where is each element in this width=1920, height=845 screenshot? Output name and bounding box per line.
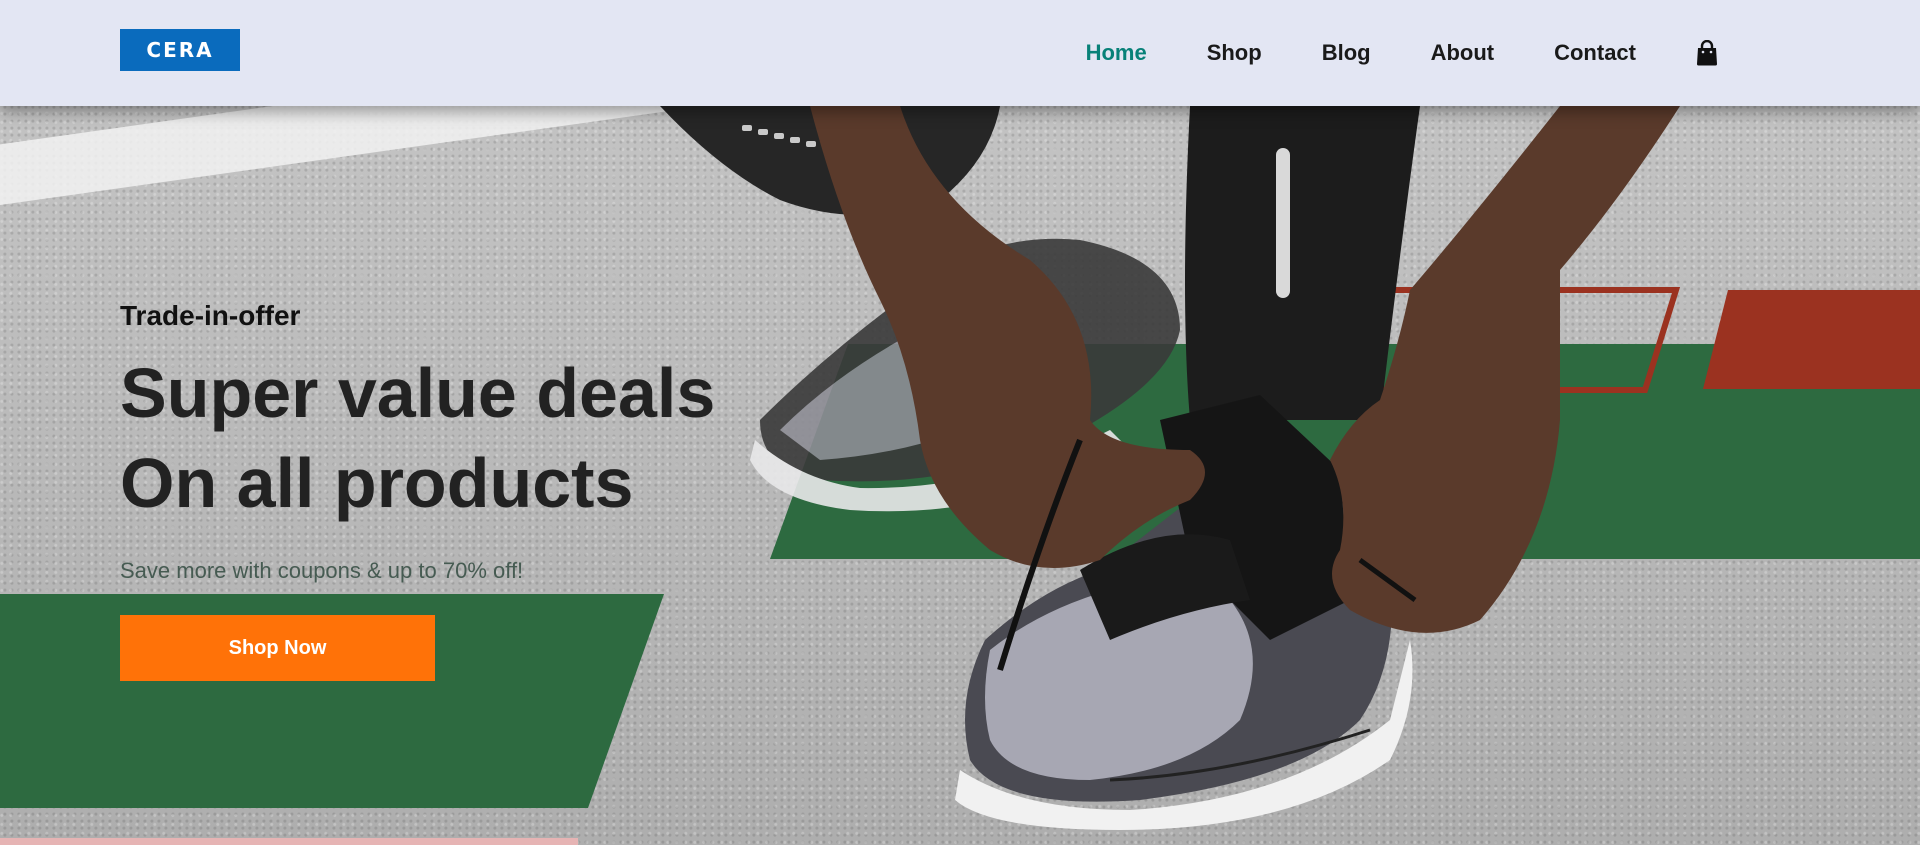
shopping-bag-icon[interactable] [1696, 39, 1718, 66]
nav-link-about[interactable]: About [1431, 40, 1495, 66]
shop-now-button[interactable]: Shop Now [120, 615, 435, 681]
nav-link-blog[interactable]: Blog [1322, 40, 1371, 66]
red-banner-shape-right [1703, 290, 1920, 389]
pink-strip [0, 838, 578, 845]
nav-link-shop[interactable]: Shop [1207, 40, 1262, 66]
hero-subtext: Save more with coupons & up to 70% off! [120, 558, 524, 583]
site-header: CERA Home Shop Blog About Contact [0, 0, 1920, 106]
nav-link-home[interactable]: Home [1086, 40, 1147, 66]
brand-logo-text: CERA [146, 38, 214, 62]
hero-headline-line2: On all products [120, 444, 634, 522]
main-nav: Home Shop Blog About Contact [1026, 0, 1718, 106]
brand-logo[interactable]: CERA [120, 29, 240, 71]
nav-link-contact[interactable]: Contact [1554, 40, 1636, 66]
hero-kicker: Trade-in-offer [120, 300, 301, 331]
hero-headline-line1: Super value deals [120, 354, 716, 432]
